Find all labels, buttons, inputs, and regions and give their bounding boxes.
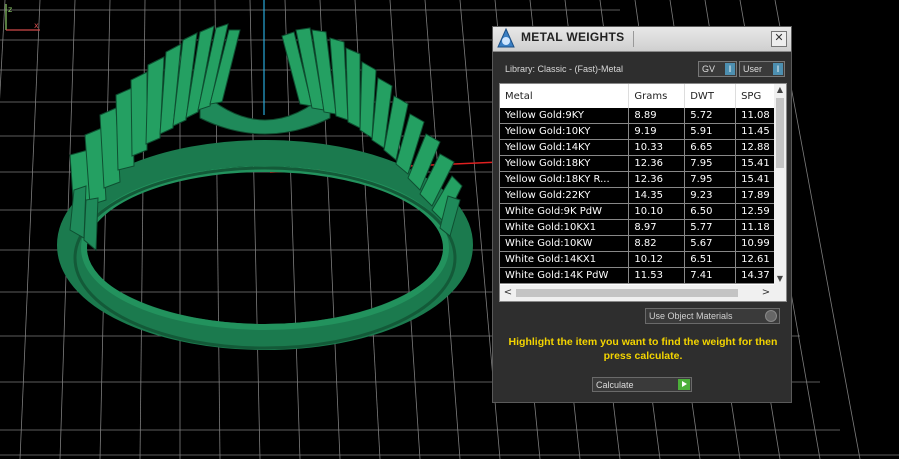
close-icon: ✕ — [774, 32, 784, 44]
column-header-grams[interactable]: Grams — [628, 84, 686, 108]
cell-dwt: 9.23 — [684, 187, 737, 204]
cell-dwt: 7.41 — [684, 267, 737, 284]
user-toggle-label: User — [743, 64, 763, 74]
cell-dwt: 5.77 — [684, 219, 737, 236]
cell-metal: Yellow Gold:9KY — [500, 108, 630, 124]
table-row[interactable]: Yellow Gold:22KY 14.35 9.23 17.89 — [500, 187, 786, 204]
calculate-label: Calculate — [596, 380, 634, 390]
calculate-button[interactable]: Calculate — [592, 377, 692, 392]
cell-dwt: 7.95 — [684, 155, 737, 172]
cell-metal: Yellow Gold:18KY — [500, 155, 630, 172]
cell-grams: 8.97 — [628, 219, 686, 236]
cell-dwt: 6.65 — [684, 139, 737, 156]
dialog-titlebar[interactable]: METAL WEIGHTS ✕ — [493, 27, 791, 52]
table-row[interactable]: Yellow Gold:10KY 9.19 5.91 11.45 — [500, 123, 786, 140]
cell-grams: 10.12 — [628, 251, 686, 268]
svg-text:z: z — [8, 5, 12, 14]
metal-weights-table: Metal Grams DWT SPG Yellow Gold:9KY 8.89 5… — [500, 84, 786, 284]
cell-metal: White Gold:10KW — [500, 235, 630, 252]
column-header-dwt[interactable]: DWT — [684, 84, 737, 108]
cell-metal: White Gold:14KX1 — [500, 251, 630, 268]
title-separator — [633, 31, 634, 47]
dialog-title: METAL WEIGHTS — [521, 30, 625, 44]
table-row[interactable]: White Gold:14KX1 10.12 6.51 12.61 — [500, 251, 786, 268]
cell-grams: 11.53 — [628, 267, 686, 284]
cell-dwt: 7.95 — [684, 171, 737, 188]
table-row[interactable]: White Gold:9K PdW 10.10 6.50 12.59 — [500, 203, 786, 220]
table-row[interactable]: Yellow Gold:14KY 10.33 6.65 12.88 — [500, 139, 786, 156]
gv-toggle[interactable]: GV I — [698, 61, 737, 77]
cell-grams: 14.35 — [628, 187, 686, 204]
scroll-right-icon[interactable]: > — [760, 285, 772, 301]
use-object-materials-toggle[interactable]: Use Object Materials — [645, 308, 780, 324]
gv-toggle-label: GV — [702, 64, 716, 74]
use-object-materials-label: Use Object Materials — [649, 311, 733, 321]
cell-dwt: 5.72 — [684, 108, 737, 124]
table-row[interactable]: White Gold:14K PdW 11.53 7.41 14.37 — [500, 267, 786, 284]
cell-grams: 8.82 — [628, 235, 686, 252]
play-icon — [678, 379, 690, 390]
cell-metal: White Gold:9K PdW — [500, 203, 630, 220]
svg-text:x: x — [34, 21, 39, 30]
vertical-scrollbar[interactable]: ▲ ▼ — [774, 84, 786, 285]
table-header-row: Metal Grams DWT SPG — [500, 84, 786, 108]
column-header-metal[interactable]: Metal — [500, 84, 630, 108]
table-row[interactable]: Yellow Gold:9KY 8.89 5.72 11.08 — [500, 108, 786, 124]
cell-dwt: 5.67 — [684, 235, 737, 252]
metal-table-container[interactable]: Metal Grams DWT SPG Yellow Gold:9KY 8.89 5… — [499, 83, 787, 302]
cell-metal: White Gold:14K PdW — [500, 267, 630, 284]
scroll-down-icon[interactable]: ▼ — [774, 273, 786, 285]
cell-metal: White Gold:10KX1 — [500, 219, 630, 236]
metal-weights-dialog: METAL WEIGHTS ✕ Library: Classic - (Fast… — [492, 26, 792, 403]
cell-dwt: 5.91 — [684, 123, 737, 140]
user-toggle[interactable]: User I — [739, 61, 785, 77]
cell-grams: 12.36 — [628, 171, 686, 188]
instruction-text: Highlight the item you want to find the … — [508, 336, 778, 362]
ring-model[interactable] — [57, 23, 473, 350]
horizontal-scrollbar[interactable]: < > — [500, 285, 786, 301]
horizontal-scroll-thumb[interactable] — [516, 289, 738, 297]
radio-icon — [765, 310, 777, 322]
close-button[interactable]: ✕ — [771, 31, 787, 47]
cell-metal: Yellow Gold:14KY — [500, 139, 630, 156]
app-logo-icon — [497, 27, 515, 48]
cell-metal: Yellow Gold:18KY R... — [500, 171, 630, 188]
cell-grams: 12.36 — [628, 155, 686, 172]
cell-grams: 8.89 — [628, 108, 686, 124]
cell-grams: 10.33 — [628, 139, 686, 156]
table-row[interactable]: Yellow Gold:18KY 12.36 7.95 15.41 — [500, 155, 786, 172]
gv-indicator: I — [725, 63, 735, 75]
table-row[interactable]: White Gold:10KX1 8.97 5.77 11.18 — [500, 219, 786, 236]
scroll-up-icon[interactable]: ▲ — [774, 84, 786, 96]
cell-grams: 9.19 — [628, 123, 686, 140]
cell-metal: Yellow Gold:22KY — [500, 187, 630, 204]
cell-dwt: 6.50 — [684, 203, 737, 220]
table-row[interactable]: Yellow Gold:18KY R... 12.36 7.95 15.41 — [500, 171, 786, 188]
axis-icon: z x — [5, 4, 40, 31]
library-label: Library: Classic - (Fast)-Metal — [505, 64, 624, 74]
scroll-left-icon[interactable]: < — [502, 285, 514, 301]
user-indicator: I — [773, 63, 783, 75]
table-row[interactable]: White Gold:10KW 8.82 5.67 10.99 — [500, 235, 786, 252]
cell-metal: Yellow Gold:10KY — [500, 123, 630, 140]
vertical-scroll-thumb[interactable] — [776, 98, 784, 168]
cell-dwt: 6.51 — [684, 251, 737, 268]
cell-grams: 10.10 — [628, 203, 686, 220]
